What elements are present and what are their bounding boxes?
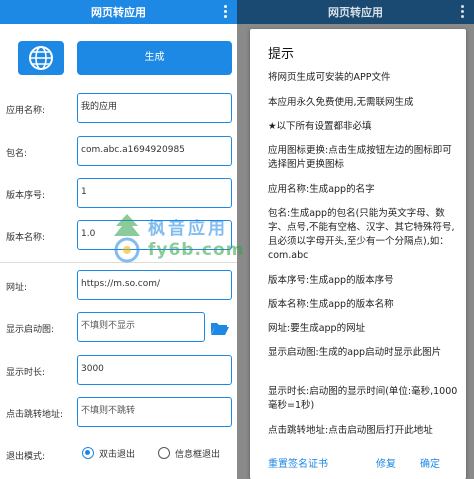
app-icon-button[interactable] [18, 41, 64, 75]
dialog-paragraph: 显示时长:启动图的显示时间(单位:毫秒,1000毫秒=1秒) [268, 386, 458, 411]
version-code-label: 版本序号: [6, 191, 46, 201]
url-label: 网址: [6, 283, 28, 293]
dialog-paragraph: 版本序号:生成app的版本序号 [268, 275, 394, 286]
app-name-label: 应用名称: [6, 106, 46, 116]
folder-open-icon[interactable] [210, 320, 230, 336]
dialog-title: 提示 [268, 47, 295, 62]
dialog-paragraph: ★以下所有设置都非必填 [268, 121, 372, 132]
exit-mode-label: 退出模式: [6, 452, 46, 462]
app-bar-dimmed: 网页转应用 [237, 0, 474, 24]
dialog-actions: 重置签名证书 修复 确定 [250, 443, 466, 479]
duration-label: 显示时长: [6, 368, 46, 378]
dialog-paragraph: 网址:要生成app的网址 [268, 323, 366, 334]
splash-label: 显示启动图: [6, 325, 55, 335]
watermark-text-en: fy6b.com [148, 240, 245, 260]
app-title: 网页转应用 [91, 6, 146, 19]
dialog-paragraph: 本应用永久免费使用,无需联网生成 [268, 97, 414, 108]
more-vert-icon [458, 2, 468, 20]
more-vert-icon[interactable] [221, 2, 231, 20]
dialog-paragraph: 将网页生成可安装的APP文件 [268, 72, 391, 83]
watermark-logo-icon [114, 214, 140, 263]
click-url-input[interactable]: 不填则不跳转 [77, 397, 232, 427]
repair-button[interactable]: 修复 [376, 455, 396, 470]
exit-double-click-radio[interactable] [82, 447, 94, 459]
app-title-dimmed: 网页转应用 [328, 6, 383, 19]
dialog-paragraph: 应用名称:生成app的名字 [268, 184, 375, 195]
url-input[interactable]: https://m.so.com/ [77, 270, 232, 300]
duration-input[interactable]: 3000 [77, 355, 232, 385]
package-label: 包名: [6, 149, 28, 159]
splash-input[interactable]: 不填则不显示 [77, 312, 205, 342]
dialog-paragraph: 版本名称:生成app的版本名称 [268, 299, 394, 310]
help-dialog: 提示 将网页生成可安装的APP文件 本应用永久免费使用,无需联网生成 ★以下所有… [250, 29, 466, 479]
app-bar: 网页转应用 [0, 0, 237, 24]
watermark-text-cn: 枫音应用 [148, 219, 228, 239]
dialog-paragraph: 应用图标更换:点击生成按钮左边的图标即可选择图片更换图标 [268, 145, 452, 170]
package-input[interactable]: com.abc.a1694920985 [77, 136, 232, 166]
click-url-label: 点击跳转地址: [6, 410, 64, 420]
watermark: 枫音应用 fy6b.com [110, 210, 260, 268]
generate-button[interactable]: 生成 [77, 41, 232, 75]
version-name-label: 版本名称: [6, 233, 46, 243]
globe-icon [29, 46, 53, 70]
dialog-paragraph: 点击跳转地址:点击启动图后打开此地址 [268, 425, 433, 436]
exit-double-click-label[interactable]: 双击退出 [99, 447, 135, 460]
version-code-input[interactable]: 1 [77, 178, 232, 208]
help-dialog-screen: 网页转应用 提示 将网页生成可安装的APP文件 本应用永久免费使用,无需联网生成… [237, 0, 474, 479]
app-name-input[interactable]: 我的应用 [77, 93, 232, 123]
dialog-paragraph: 包名:生成app的包名(只能为英文字母、数字、点号,不能有空格、汉字、其它特殊符… [268, 208, 455, 261]
exit-dialog-label[interactable]: 信息框退出 [175, 447, 220, 460]
dialog-paragraph: 显示启动图:生成的app启动时显示此图片 [268, 347, 442, 358]
exit-dialog-radio[interactable] [158, 447, 170, 459]
confirm-button[interactable]: 确定 [420, 455, 440, 470]
reset-signature-button[interactable]: 重置签名证书 [268, 455, 328, 470]
